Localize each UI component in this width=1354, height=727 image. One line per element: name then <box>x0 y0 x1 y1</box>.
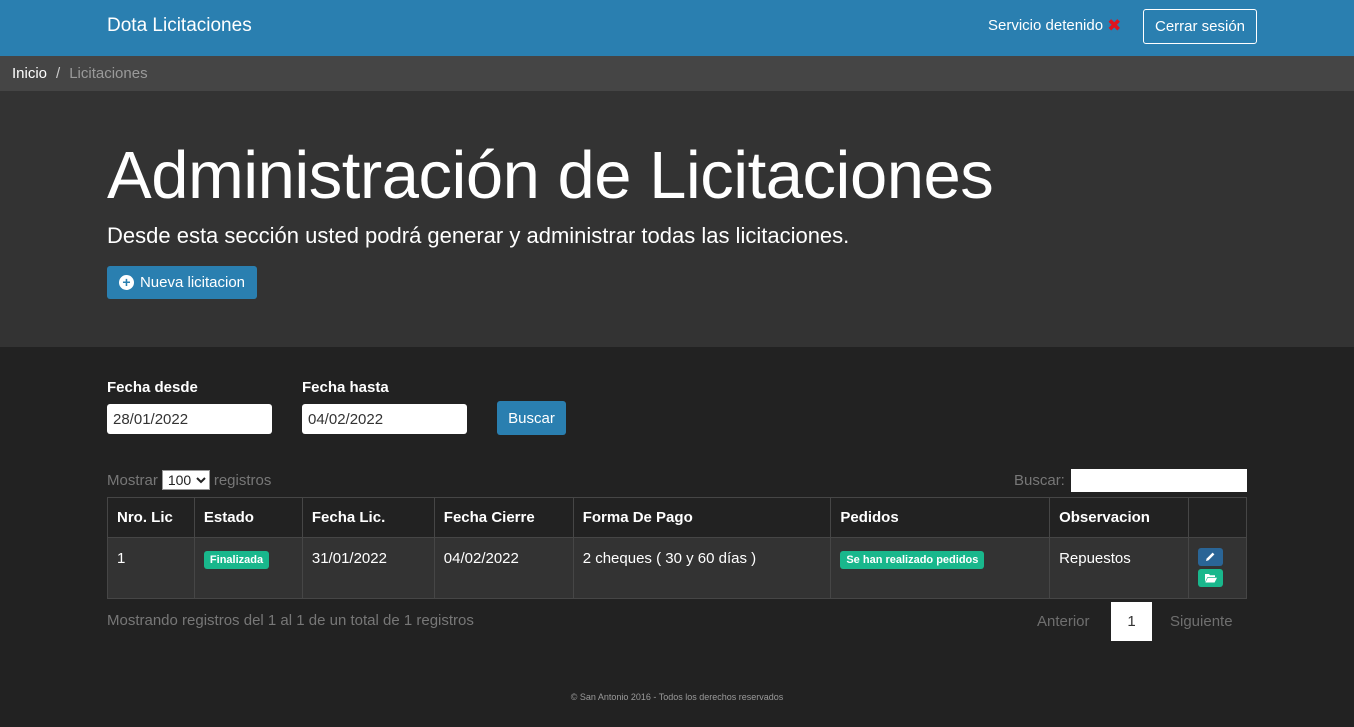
column-header-estado[interactable]: Estado <box>193 497 303 538</box>
licitaciones-table: Nro. Lic Estado Fecha Lic. Fecha Cierre … <box>107 497 1247 599</box>
pencil-icon <box>1206 552 1215 561</box>
page-title: Administración de Licitaciones <box>107 138 994 213</box>
length-suffix: registros <box>213 471 272 489</box>
breadcrumb-home-link[interactable]: Inicio <box>12 65 47 82</box>
breadcrumb-current: Licitaciones <box>69 65 148 82</box>
page-footer: © San Antonio 2016 - Todos los derechos … <box>570 692 784 702</box>
date-from-label: Fecha desde <box>107 379 198 396</box>
cell-forma-pago: 2 cheques ( 30 y 60 días ) <box>572 537 832 599</box>
column-header-fecha-lic[interactable]: Fecha Lic. <box>301 497 435 538</box>
breadcrumb: Inicio / Licitaciones <box>0 56 1354 91</box>
plus-circle-icon: + <box>118 275 134 290</box>
column-header-actions <box>1188 497 1247 538</box>
breadcrumb-separator: / <box>56 65 61 82</box>
pagination-previous[interactable]: Anterior <box>1037 613 1090 630</box>
date-to-label: Fecha hasta <box>302 379 389 396</box>
logout-button[interactable]: Cerrar sesión <box>1143 9 1257 44</box>
status-badge: Finalizada <box>203 551 270 569</box>
column-header-observacion[interactable]: Observacion <box>1049 497 1189 538</box>
table-length-control: Mostrar 100 registros <box>107 470 271 490</box>
top-navbar: Dota Licitaciones Servicio detenido ✖ Ce… <box>0 0 1354 56</box>
table-info: Mostrando registros del 1 al 1 de un tot… <box>107 612 474 629</box>
column-header-nro[interactable]: Nro. Lic <box>107 497 195 538</box>
cell-nro: 1 <box>107 537 195 599</box>
brand-title[interactable]: Dota Licitaciones <box>107 15 252 37</box>
new-licitacion-label: Nueva licitacion <box>139 274 246 291</box>
pedidos-badge: Se han realizado pedidos <box>840 551 985 569</box>
table-header-row: Nro. Lic Estado Fecha Lic. Fecha Cierre … <box>107 497 1247 538</box>
pagination-next[interactable]: Siguiente <box>1170 613 1233 630</box>
cell-actions <box>1188 537 1247 599</box>
cell-fecha-lic: 31/01/2022 <box>301 537 435 599</box>
cell-fecha-cierre: 04/02/2022 <box>433 537 574 599</box>
length-select[interactable]: 100 <box>161 470 210 490</box>
edit-button[interactable] <box>1198 548 1223 566</box>
page-subtitle: Desde esta sección usted podrá generar y… <box>107 223 850 248</box>
length-prefix: Mostrar <box>107 471 158 489</box>
cell-pedidos: Se han realizado pedidos <box>830 537 1051 599</box>
column-header-fecha-cierre[interactable]: Fecha Cierre <box>433 497 574 538</box>
x-icon: ✖ <box>1107 16 1122 35</box>
column-header-forma-pago[interactable]: Forma De Pago <box>572 497 832 538</box>
search-dates-button[interactable]: Buscar <box>497 401 566 435</box>
folder-open-icon <box>1205 574 1217 583</box>
open-folder-button[interactable] <box>1198 569 1223 587</box>
service-status: Servicio detenido ✖ <box>988 17 1121 34</box>
date-from-input[interactable] <box>107 404 272 434</box>
page-header: Administración de Licitaciones Desde est… <box>0 91 1354 347</box>
service-status-text: Servicio detenido <box>988 17 1104 34</box>
cell-estado: Finalizada <box>193 537 303 599</box>
pagination-page-current[interactable]: 1 <box>1111 602 1152 641</box>
cell-observacion: Repuestos <box>1049 537 1189 599</box>
table-search-label: Buscar: <box>1014 472 1065 489</box>
column-header-pedidos[interactable]: Pedidos <box>830 497 1051 538</box>
new-licitacion-button[interactable]: + Nueva licitacion <box>107 266 257 299</box>
table-row: 1 Finalizada 31/01/2022 04/02/2022 2 che… <box>107 537 1247 599</box>
table-search-input[interactable] <box>1071 469 1247 492</box>
date-to-input[interactable] <box>302 404 467 434</box>
